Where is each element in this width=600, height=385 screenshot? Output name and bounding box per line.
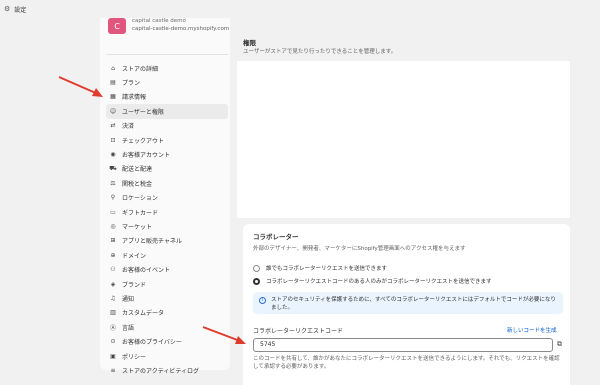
sidebar-item-label: 配送と配達 — [122, 166, 153, 174]
languages-icon: Ⓐ — [109, 324, 116, 332]
collaborators-card: コラボレーター 外部のデザイナー、開発者、マーケターにShopify管理画面への… — [243, 224, 570, 385]
sidebar-item-brand[interactable]: ◈ ブランド — [106, 277, 228, 291]
permissions-section: 権限 ユーザーがストアで見たり行ったりできることを管理します。 — [237, 32, 570, 218]
privacy-icon: ⊙ — [110, 338, 116, 346]
collaborators-description: 外部のデザイナー、開発者、マーケターにShopify管理画面へのアクセス権を与え… — [253, 246, 466, 252]
sidebar-item-billing[interactable]: ▦ 請求情報 — [106, 90, 228, 104]
billing-icon: ▦ — [110, 93, 116, 101]
store-domain: capital-castle-demo.myshopify.com — [132, 26, 230, 32]
sidebar-item-customer-accounts[interactable]: ◉ お客様アカウント — [106, 147, 228, 161]
sidebar-divider — [106, 54, 228, 55]
permissions-panel — [237, 61, 570, 218]
annotation-arrow-code — [202, 326, 246, 344]
sidebar-item-checkout[interactable]: ⊡ チェックアウト — [106, 133, 228, 147]
sidebar-item-label: ドメイン — [122, 252, 147, 260]
customer-events-icon: ⚇ — [110, 266, 116, 274]
sidebar-item-label: アプリと販売チャネル — [122, 238, 182, 246]
security-info-banner: i ストアのセキュリティを保護するために、すべてのコラボレーターリクエストにはデ… — [253, 292, 563, 314]
info-icon: i — [259, 297, 266, 304]
sidebar-item-label: ストアのアクティビティログ — [122, 367, 199, 375]
request-code-help: このコードを共有して、誰かがあなたにコラボレーターリクエストを送信できるようにし… — [253, 356, 560, 370]
sidebar-item-label: カスタムデータ — [122, 310, 165, 318]
main-top-strip — [237, 18, 570, 32]
sidebar-item-customer-events[interactable]: ⚇ お客様のイベント — [106, 262, 228, 276]
security-info-text: ストアのセキュリティを保護するために、すべてのコラボレーターリクエストにはデフォ… — [271, 297, 556, 311]
radio-anyone[interactable]: 誰でもコラボレーターリクエストを送信できます — [253, 264, 387, 272]
request-code-field[interactable]: 5745 — [253, 338, 553, 352]
permissions-subtitle: ユーザーがストアで見たり行ったりできることを管理します。 — [243, 49, 397, 55]
collaborators-section: コラボレーター 外部のデザイナー、開発者、マーケターにShopify管理画面への… — [237, 224, 570, 385]
sidebar-item-label: プラン — [122, 80, 141, 88]
apps-icon: ⊞ — [110, 237, 116, 245]
sidebar-item-label: 言語 — [122, 324, 135, 332]
annotation-arrow-users — [58, 76, 103, 97]
sidebar-item-label: 関税と税金 — [122, 180, 153, 188]
sidebar-item-label: マーケット — [122, 223, 153, 231]
store-icon: ⌂ — [111, 64, 115, 72]
sidebar-item-label: ポリシー — [122, 353, 147, 361]
sidebar-item-domains[interactable]: ⊕ ドメイン — [106, 248, 228, 262]
settings-sidebar: C capital castle demo capital-castle-dem… — [100, 18, 230, 375]
sidebar-item-users[interactable]: ☺ ユーザーと権限 — [106, 104, 228, 119]
sidebar-item-markets[interactable]: ◎ マーケット — [106, 219, 228, 233]
store-avatar: C — [108, 18, 126, 34]
radio-anyone-label: 誰でもコラボレーターリクエストを送信できます — [266, 266, 388, 272]
sidebar-item-plan[interactable]: ▤ プラン — [106, 75, 228, 89]
policies-icon: ▣ — [110, 352, 116, 360]
plan-icon: ▤ — [110, 79, 116, 87]
sidebar-item-policies[interactable]: ▣ ポリシー — [106, 349, 228, 363]
radio-button[interactable] — [253, 264, 260, 272]
store-header[interactable]: C capital castle demo capital-castle-dem… — [106, 18, 230, 40]
taxes-icon: ⚖ — [110, 179, 116, 187]
sidebar-item-apps[interactable]: ⊞ アプリと販売チャネル — [106, 234, 228, 248]
settings-header: ⚙ 設定 — [0, 0, 600, 18]
sidebar-item-label: チェックアウト — [122, 137, 165, 145]
gear-icon: ⚙ — [4, 5, 11, 13]
users-icon: ☺ — [109, 107, 117, 115]
request-code-label: コラボレーターリクエストコード — [253, 328, 344, 335]
sidebar-item-custom-data[interactable]: ▥ カスタムデータ — [106, 306, 228, 320]
sidebar-item-label: ストアの詳細 — [122, 65, 159, 73]
copy-icon[interactable]: ⧉ — [557, 340, 562, 349]
sidebar-item-location[interactable]: ⚲ ロケーション — [106, 191, 228, 205]
activity-log-icon: ≡ — [110, 366, 116, 374]
gift-card-icon: ▭ — [110, 208, 116, 216]
payments-icon: ⇄ — [110, 122, 116, 130]
sidebar-item-label: ロケーション — [122, 195, 158, 203]
location-icon: ⚲ — [110, 194, 116, 202]
permissions-title: 権限 — [243, 39, 256, 47]
checkout-icon: ⊡ — [110, 136, 116, 144]
customer-accounts-icon: ◉ — [110, 151, 116, 159]
radio-button-selected[interactable] — [253, 277, 260, 285]
sidebar-item-label: お客様アカウント — [122, 152, 171, 160]
settings-title: 設定 — [14, 6, 27, 14]
radio-code-only[interactable]: コラボレーターリクエストコードのある人のみがコラボレーターリクエストを送信できま… — [253, 277, 492, 285]
sidebar-item-label: お客様のイベント — [122, 267, 171, 275]
sidebar-item-taxes[interactable]: ⚖ 関税と税金 — [106, 176, 228, 190]
shipping-icon: ⛟ — [109, 164, 117, 172]
sidebar-item-gift-card[interactable]: ▭ ギフトカード — [106, 205, 228, 219]
sidebar-item-label: ギフトカード — [122, 209, 159, 217]
sidebar-item-label: 請求情報 — [122, 94, 147, 102]
store-name: capital castle demo — [132, 18, 186, 24]
sidebar-item-label: お客様のプライバシー — [122, 339, 182, 347]
sidebar-item-store[interactable]: ⌂ ストアの詳細 — [106, 61, 228, 75]
generate-new-code-link[interactable]: 新しいコードを生成 — [507, 326, 557, 334]
sidebar-item-label: 決済 — [122, 123, 135, 131]
sidebar-item-payments[interactable]: ⇄ 決済 — [106, 119, 228, 133]
collaborators-title: コラボレーター — [253, 233, 299, 241]
sidebar-item-shipping[interactable]: ⛟ 配送と配達 — [106, 162, 228, 176]
markets-icon: ◎ — [110, 222, 116, 230]
notifications-icon: ♫ — [110, 294, 116, 302]
custom-data-icon: ▥ — [110, 309, 116, 317]
sidebar-item-label: ブランド — [122, 281, 147, 289]
sidebar-item-label: 通知 — [122, 295, 135, 303]
sidebar-item-label: ユーザーと権限 — [122, 108, 164, 116]
brand-icon: ◈ — [110, 280, 116, 288]
sidebar-item-notifications[interactable]: ♫ 通知 — [106, 291, 228, 305]
radio-code-only-label: コラボレーターリクエストコードのある人のみがコラボレーターリクエストを送信できま… — [266, 279, 492, 285]
sidebar-item-activity-log[interactable]: ≡ ストアのアクティビティログ — [106, 363, 228, 377]
domains-icon: ⊕ — [110, 251, 116, 259]
